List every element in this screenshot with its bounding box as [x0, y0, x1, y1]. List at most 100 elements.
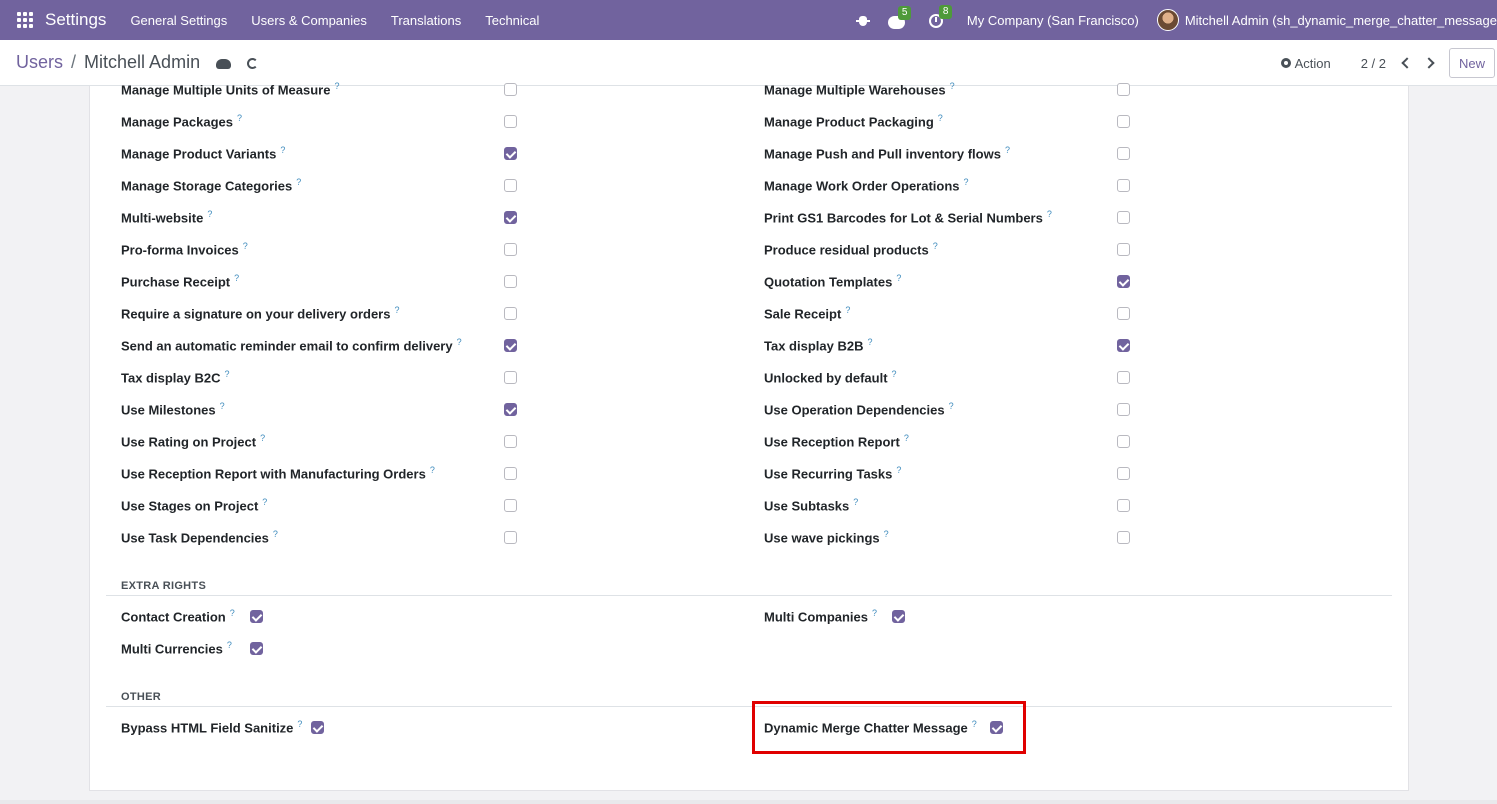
tech-right-13-checkbox[interactable]: [1117, 499, 1130, 512]
help-tooltip-icon[interactable]: ?: [853, 497, 858, 507]
tech-left-0-checkbox[interactable]: [504, 83, 517, 96]
tech-left-10-checkbox[interactable]: [504, 403, 517, 416]
apps-grid-icon[interactable]: [17, 12, 33, 28]
other-bypass-html-checkbox[interactable]: [311, 721, 324, 734]
tech-right-5-checkbox[interactable]: [1117, 243, 1130, 256]
help-tooltip-icon[interactable]: ?: [949, 401, 954, 411]
tech-right-7-checkbox[interactable]: [1117, 307, 1130, 320]
tech-right-4-checkbox[interactable]: [1117, 211, 1130, 224]
tech-left-6-label: Purchase Receipt?: [121, 273, 239, 289]
menu-technical[interactable]: Technical: [485, 13, 539, 28]
tech-right-10-checkbox[interactable]: [1117, 403, 1130, 416]
tech-left-8-checkbox[interactable]: [504, 339, 517, 352]
help-tooltip-icon[interactable]: ?: [243, 241, 248, 251]
tech-left-13-label: Use Stages on Project?: [121, 497, 267, 513]
extra-contact-creation-checkbox[interactable]: [250, 610, 263, 623]
company-switcher[interactable]: My Company (San Francisco): [967, 13, 1139, 28]
menu-translations[interactable]: Translations: [391, 13, 461, 28]
tech-left-8-label: Send an automatic reminder email to conf…: [121, 337, 462, 353]
debug-bug-icon[interactable]: [855, 13, 870, 27]
help-tooltip-icon[interactable]: ?: [950, 81, 955, 91]
tech-left-13-checkbox[interactable]: [504, 499, 517, 512]
discard-undo-icon[interactable]: [247, 58, 259, 69]
help-tooltip-icon[interactable]: ?: [964, 177, 969, 187]
help-tooltip-icon[interactable]: ?: [896, 465, 901, 475]
tech-left-12-checkbox[interactable]: [504, 467, 517, 480]
help-tooltip-icon[interactable]: ?: [938, 113, 943, 123]
tech-right-6-checkbox[interactable]: [1117, 275, 1130, 288]
help-tooltip-icon[interactable]: ?: [394, 305, 399, 315]
help-tooltip-icon[interactable]: ?: [220, 401, 225, 411]
help-tooltip-icon[interactable]: ?: [280, 145, 285, 155]
help-tooltip-icon[interactable]: ?: [430, 465, 435, 475]
extra-multi-companies-checkbox[interactable]: [892, 610, 905, 623]
tech-left-3-checkbox[interactable]: [504, 179, 517, 192]
tech-right-0-checkbox[interactable]: [1117, 83, 1130, 96]
menu-general-settings[interactable]: General Settings: [130, 13, 227, 28]
tech-left-11-text: Use Rating on Project: [121, 434, 257, 450]
user-menu[interactable]: Mitchell Admin (sh_dynamic_merge_chatter…: [1185, 13, 1497, 28]
help-tooltip-icon[interactable]: ?: [334, 81, 339, 91]
tech-left-9-checkbox[interactable]: [504, 371, 517, 384]
tech-left-6-checkbox[interactable]: [504, 275, 517, 288]
user-avatar[interactable]: [1156, 9, 1179, 31]
help-tooltip-icon[interactable]: ?: [867, 337, 872, 347]
tech-left-12-text: Use Reception Report with Manufacturing …: [121, 466, 426, 482]
tech-right-11-checkbox[interactable]: [1117, 435, 1130, 448]
app-title[interactable]: Settings: [45, 10, 106, 30]
help-tooltip-icon[interactable]: ?: [297, 719, 302, 729]
tech-right-12-checkbox[interactable]: [1117, 467, 1130, 480]
extra-multi-currencies-checkbox[interactable]: [250, 642, 263, 655]
help-tooltip-icon[interactable]: ?: [896, 273, 901, 283]
tech-left-10-text: Use Milestones: [121, 402, 216, 418]
extra-multi-currencies-text: Multi Currencies: [121, 641, 223, 657]
help-tooltip-icon[interactable]: ?: [237, 113, 242, 123]
help-tooltip-icon[interactable]: ?: [1047, 209, 1052, 219]
help-tooltip-icon[interactable]: ?: [230, 608, 235, 618]
tech-left-7-checkbox[interactable]: [504, 307, 517, 320]
tech-right-8-checkbox[interactable]: [1117, 339, 1130, 352]
help-tooltip-icon[interactable]: ?: [224, 369, 229, 379]
help-tooltip-icon[interactable]: ?: [933, 241, 938, 251]
tech-left-14-checkbox[interactable]: [504, 531, 517, 544]
help-tooltip-icon[interactable]: ?: [1005, 145, 1010, 155]
breadcrumb-users-link[interactable]: Users: [16, 52, 63, 73]
tech-right-2-checkbox[interactable]: [1117, 147, 1130, 160]
activity-menu[interactable]: 8: [928, 5, 953, 28]
help-tooltip-icon[interactable]: ?: [457, 337, 462, 347]
extra-rights-title: EXTRA RIGHTS: [121, 580, 207, 592]
help-tooltip-icon[interactable]: ?: [227, 640, 232, 650]
help-tooltip-icon[interactable]: ?: [845, 305, 850, 315]
tech-left-11-checkbox[interactable]: [504, 435, 517, 448]
tech-right-14-label: Use wave pickings?: [764, 529, 889, 545]
tech-left-5-checkbox[interactable]: [504, 243, 517, 256]
tech-right-14-checkbox[interactable]: [1117, 531, 1130, 544]
help-tooltip-icon[interactable]: ?: [904, 433, 909, 443]
help-tooltip-icon[interactable]: ?: [207, 209, 212, 219]
tech-left-4-checkbox[interactable]: [504, 211, 517, 224]
help-tooltip-icon[interactable]: ?: [234, 273, 239, 283]
cloud-save-icon[interactable]: [216, 58, 232, 69]
tech-right-3-checkbox[interactable]: [1117, 179, 1130, 192]
tech-left-1-checkbox[interactable]: [504, 115, 517, 128]
action-button[interactable]: Action: [1280, 56, 1331, 71]
messaging-menu[interactable]: 5: [887, 5, 912, 29]
tech-right-9-checkbox[interactable]: [1117, 371, 1130, 384]
tech-right-2-text: Manage Push and Pull inventory flows: [764, 146, 1001, 162]
control-panel: Users / Mitchell Admin Action 2 / 2 New: [0, 40, 1497, 86]
help-tooltip-icon[interactable]: ?: [273, 529, 278, 539]
help-tooltip-icon[interactable]: ?: [892, 369, 897, 379]
extra-rights-divider: [106, 595, 1392, 596]
new-button[interactable]: New: [1449, 48, 1495, 78]
pager-value[interactable]: 2 / 2: [1361, 56, 1386, 71]
chevron-left-icon[interactable]: [1401, 57, 1413, 69]
tech-left-2-checkbox[interactable]: [504, 147, 517, 160]
help-tooltip-icon[interactable]: ?: [260, 433, 265, 443]
help-tooltip-icon[interactable]: ?: [296, 177, 301, 187]
help-tooltip-icon[interactable]: ?: [884, 529, 889, 539]
tech-right-1-checkbox[interactable]: [1117, 115, 1130, 128]
menu-users-companies[interactable]: Users & Companies: [251, 13, 367, 28]
help-tooltip-icon[interactable]: ?: [262, 497, 267, 507]
help-tooltip-icon[interactable]: ?: [872, 608, 877, 618]
chevron-right-icon[interactable]: [1423, 57, 1435, 69]
